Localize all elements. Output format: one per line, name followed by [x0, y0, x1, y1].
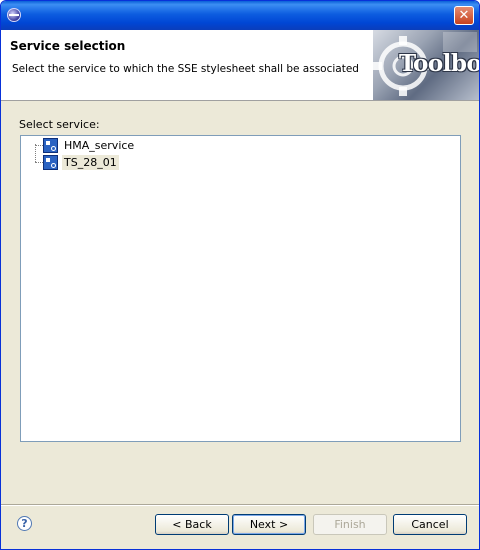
tree-item-label: HMA_service — [64, 139, 135, 152]
page-description: Select the service to which the SSE styl… — [12, 63, 359, 75]
tree-item-label: TS_28_01 — [62, 155, 119, 170]
select-service-label: Select service: — [19, 118, 100, 131]
finish-button[interactable]: Finish — [313, 514, 387, 535]
tree-connector — [35, 162, 43, 163]
back-button[interactable]: < Back — [155, 514, 229, 535]
footer-separator — [1, 504, 479, 506]
service-node-icon — [43, 155, 58, 170]
dialog-window: ✕ Service selection Select the service t… — [0, 0, 480, 550]
cancel-button[interactable]: Cancel — [393, 514, 467, 535]
title-bar[interactable]: ✕ — [1, 1, 479, 30]
page-title: Service selection — [10, 39, 126, 53]
tree-connector — [35, 144, 36, 162]
next-button[interactable]: Next > — [232, 514, 306, 535]
service-node-icon — [43, 138, 58, 153]
close-button[interactable]: ✕ — [454, 6, 474, 25]
help-button[interactable]: ? — [17, 516, 32, 531]
toolbox-banner: Toolbox — [373, 30, 479, 100]
help-icon: ? — [21, 517, 28, 530]
tree-connector — [35, 145, 43, 146]
wizard-header: Service selection Select the service to … — [1, 30, 479, 101]
banner-text: Toolbox — [399, 50, 479, 77]
service-tree[interactable]: HMA_service TS_28_01 — [20, 135, 461, 442]
close-icon: ✕ — [458, 8, 470, 23]
app-icon — [7, 8, 21, 22]
main-content: Select service: HMA_service TS_28_01 — [1, 101, 479, 508]
